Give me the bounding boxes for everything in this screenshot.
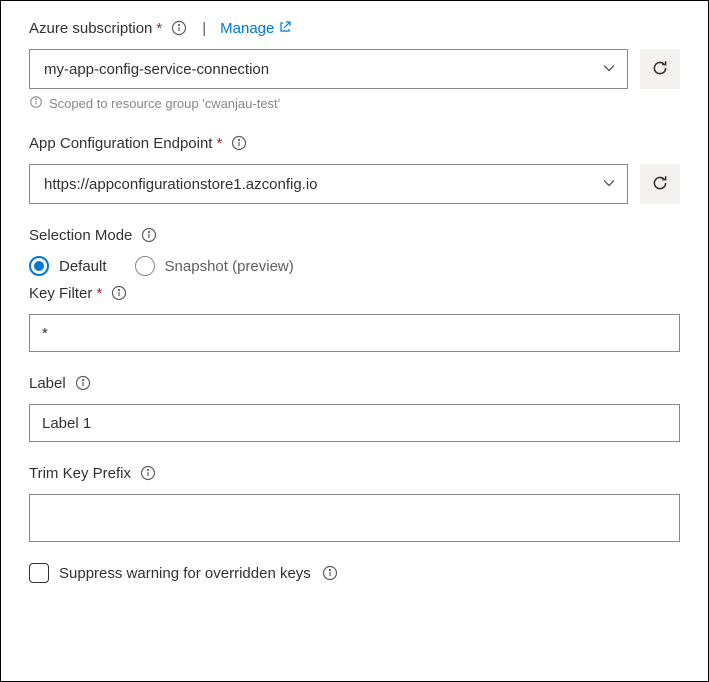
selection-mode-label-row: Selection Mode <box>29 226 680 244</box>
subscription-label: Azure subscription <box>29 20 152 37</box>
subscription-value: my-app-config-service-connection <box>44 61 269 78</box>
endpoint-label-row: App Configuration Endpoint * <box>29 134 680 152</box>
key-filter-input[interactable] <box>29 314 680 352</box>
trim-prefix-label: Trim Key Prefix <box>29 465 131 482</box>
label-field-label: Label <box>29 375 66 392</box>
manage-link[interactable]: Manage <box>220 20 291 37</box>
endpoint-select[interactable]: https://appconfigurationstore1.azconfig.… <box>29 164 628 204</box>
radio-circle-checked <box>29 256 49 276</box>
subscription-label-row: Azure subscription * | Manage <box>29 19 680 37</box>
radio-circle <box>135 256 155 276</box>
endpoint-input-row: https://appconfigurationstore1.azconfig.… <box>29 164 680 204</box>
radio-default-label: Default <box>59 258 107 275</box>
required-indicator: * <box>96 285 102 302</box>
endpoint-select-wrapper: https://appconfigurationstore1.azconfig.… <box>29 164 628 204</box>
radio-default[interactable]: Default <box>29 256 107 276</box>
suppress-warning-checkbox[interactable] <box>29 563 49 583</box>
required-indicator: * <box>156 20 162 37</box>
subscription-hint-row: Scoped to resource group 'cwanjau-test' <box>29 95 680 112</box>
suppress-warning-label-wrapper: Suppress warning for overridden keys <box>59 564 339 582</box>
key-filter-input-wrapper <box>29 314 680 352</box>
suppress-warning-row[interactable]: Suppress warning for overridden keys <box>29 563 680 583</box>
required-indicator: * <box>216 135 222 152</box>
label-field-label-row: Label <box>29 374 680 392</box>
endpoint-value: https://appconfigurationstore1.azconfig.… <box>44 176 318 193</box>
subscription-input-row: my-app-config-service-connection <box>29 49 680 89</box>
key-filter-label: Key Filter <box>29 285 92 302</box>
label-field-input-wrapper <box>29 404 680 442</box>
info-icon[interactable] <box>321 564 339 582</box>
form-panel: Azure subscription * | Manage my-app-con… <box>0 0 709 682</box>
subscription-hint-text: Scoped to resource group 'cwanjau-test' <box>49 96 280 111</box>
info-icon[interactable] <box>74 374 92 392</box>
radio-snapshot-label: Snapshot (preview) <box>165 258 294 275</box>
info-icon[interactable] <box>110 284 128 302</box>
trim-prefix-input[interactable] <box>29 494 680 542</box>
selection-mode-label: Selection Mode <box>29 227 132 244</box>
radio-dot <box>34 261 44 271</box>
subscription-refresh-button[interactable] <box>640 49 680 89</box>
info-icon[interactable] <box>170 19 188 37</box>
info-icon[interactable] <box>230 134 248 152</box>
info-icon <box>29 95 43 112</box>
suppress-warning-label: Suppress warning for overridden keys <box>59 565 311 582</box>
trim-prefix-label-row: Trim Key Prefix <box>29 464 680 482</box>
external-link-icon <box>279 20 291 37</box>
endpoint-label: App Configuration Endpoint <box>29 135 212 152</box>
info-icon[interactable] <box>140 226 158 244</box>
selection-mode-radio-row: Default Snapshot (preview) <box>29 256 680 276</box>
radio-snapshot[interactable]: Snapshot (preview) <box>135 256 294 276</box>
divider: | <box>202 20 206 37</box>
label-field-input[interactable] <box>29 404 680 442</box>
refresh-icon <box>651 59 669 80</box>
key-filter-label-row: Key Filter * <box>29 284 680 302</box>
manage-link-text: Manage <box>220 20 274 37</box>
endpoint-refresh-button[interactable] <box>640 164 680 204</box>
info-icon[interactable] <box>139 464 157 482</box>
subscription-select[interactable]: my-app-config-service-connection <box>29 49 628 89</box>
refresh-icon <box>651 174 669 195</box>
subscription-select-wrapper: my-app-config-service-connection <box>29 49 628 89</box>
